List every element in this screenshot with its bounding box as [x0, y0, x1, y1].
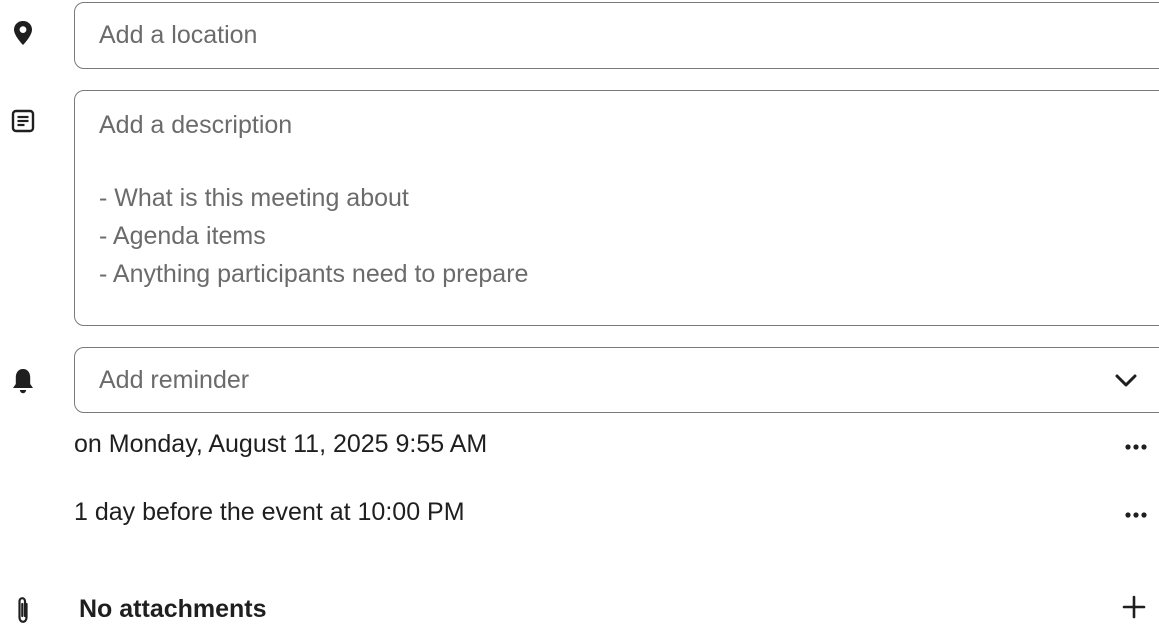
- description-placeholder-line: - Agenda items: [99, 222, 266, 250]
- location-pin-icon: [8, 18, 38, 48]
- more-horizontal-icon[interactable]: [1123, 498, 1149, 537]
- paperclip-icon: [8, 593, 38, 627]
- plus-icon: [1122, 595, 1146, 619]
- description-placeholder-line: - Anything participants need to prepare: [99, 260, 529, 288]
- reminder-item: on Monday, August 11, 2025 9:55 AM: [74, 430, 1159, 462]
- reminder-placeholder: Add reminder: [99, 365, 250, 394]
- chevron-down-icon: [1115, 374, 1137, 387]
- event-details-form: Add a location Add a description - What …: [0, 0, 1159, 627]
- reminder-item: 1 day before the event at 10:00 PM: [74, 498, 1159, 530]
- location-input[interactable]: Add a location: [74, 2, 1159, 69]
- reminder-item-label: on Monday, August 11, 2025 9:55 AM: [74, 430, 488, 458]
- description-placeholder-line: - What is this meeting about: [99, 184, 409, 212]
- reminder-dropdown[interactable]: Add reminder: [74, 347, 1159, 413]
- description-placeholder-spacer: [99, 144, 1159, 179]
- reminder-item-label: 1 day before the event at 10:00 PM: [74, 498, 465, 526]
- attachments-label: No attachments: [79, 595, 267, 623]
- more-horizontal-icon[interactable]: [1123, 430, 1149, 469]
- notes-icon: [8, 106, 38, 136]
- description-textarea[interactable]: Add a description - What is this meeting…: [74, 90, 1159, 326]
- add-attachment-button[interactable]: [1121, 594, 1147, 625]
- bell-icon: [8, 364, 38, 398]
- description-placeholder-line: Add a description: [99, 111, 293, 139]
- location-placeholder: Add a location: [99, 21, 258, 49]
- reminder-dropdown-toggle[interactable]: [1114, 368, 1138, 397]
